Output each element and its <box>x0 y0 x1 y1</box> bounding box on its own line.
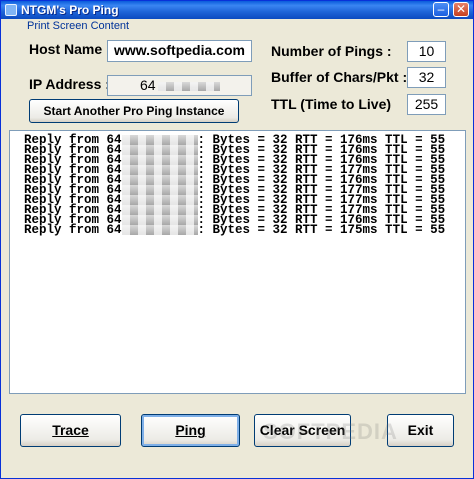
buffer-chars-label: Buffer of Chars/Pkt : <box>271 69 408 85</box>
ip-address-value: 64 <box>140 77 156 93</box>
ip-mask <box>121 225 198 235</box>
ip-mask <box>121 215 198 225</box>
buffer-chars-input[interactable]: 32 <box>407 67 446 88</box>
ping-button[interactable]: Ping <box>141 414 240 447</box>
ip-mask <box>121 165 198 175</box>
reply-stats: : Bytes = 32 RTT = 175ms TTL = 55 <box>197 223 446 237</box>
menu-print-screen[interactable]: Print Screen Content <box>27 20 129 32</box>
number-of-pings-input[interactable]: 10 <box>407 41 446 62</box>
reply-lines: Reply from 64: Bytes = 32 RTT = 176ms TT… <box>10 131 465 237</box>
reply-line: Reply from 64 : Bytes = 32 RTT = 175ms TT… <box>24 223 465 237</box>
ip-address-label: IP Address : <box>29 76 110 92</box>
close-icon[interactable]: ✕ <box>453 2 469 17</box>
menu-bar: Print Screen Content <box>1 19 473 35</box>
ip-mask <box>121 175 198 185</box>
start-instance-button[interactable]: Start Another Pro Ping Instance <box>29 99 239 123</box>
reply-prefix: Reply from 64 <box>24 223 122 237</box>
ping-output-area[interactable]: Reply from 64: Bytes = 32 RTT = 176ms TT… <box>9 130 466 394</box>
ip-mask <box>121 195 198 205</box>
app-icon <box>5 4 17 16</box>
app-window: NTGM's Pro Ping – ✕ Print Screen Content… <box>0 0 474 479</box>
ip-mask <box>121 155 198 165</box>
ip-address-field: 64 <box>107 75 252 96</box>
minimize-icon[interactable]: – <box>433 2 449 17</box>
trace-button-label: Trace <box>52 422 89 438</box>
host-name-label: Host Name : <box>29 41 111 57</box>
softpedia-watermark: SOFTPEDIA <box>263 419 398 444</box>
number-of-pings-label: Number of Pings : <box>271 43 392 59</box>
ttl-input[interactable]: 255 <box>407 94 446 115</box>
host-name-input[interactable]: www.softpedia.com <box>107 40 252 62</box>
button-bar: Trace Ping Clear Screen Exit <box>1 401 473 461</box>
ip-mask <box>121 185 198 195</box>
ip-mask <box>121 135 198 145</box>
ip-mask <box>121 205 198 215</box>
ping-button-label: Ping <box>175 422 206 438</box>
window-title: NTGM's Pro Ping <box>21 3 119 17</box>
trace-button[interactable]: Trace <box>20 414 121 447</box>
title-bar[interactable]: NTGM's Pro Ping – ✕ <box>1 1 473 19</box>
ip-mask <box>121 145 198 155</box>
ip-address-mask <box>157 81 220 91</box>
ttl-label: TTL (Time to Live) <box>271 96 392 112</box>
